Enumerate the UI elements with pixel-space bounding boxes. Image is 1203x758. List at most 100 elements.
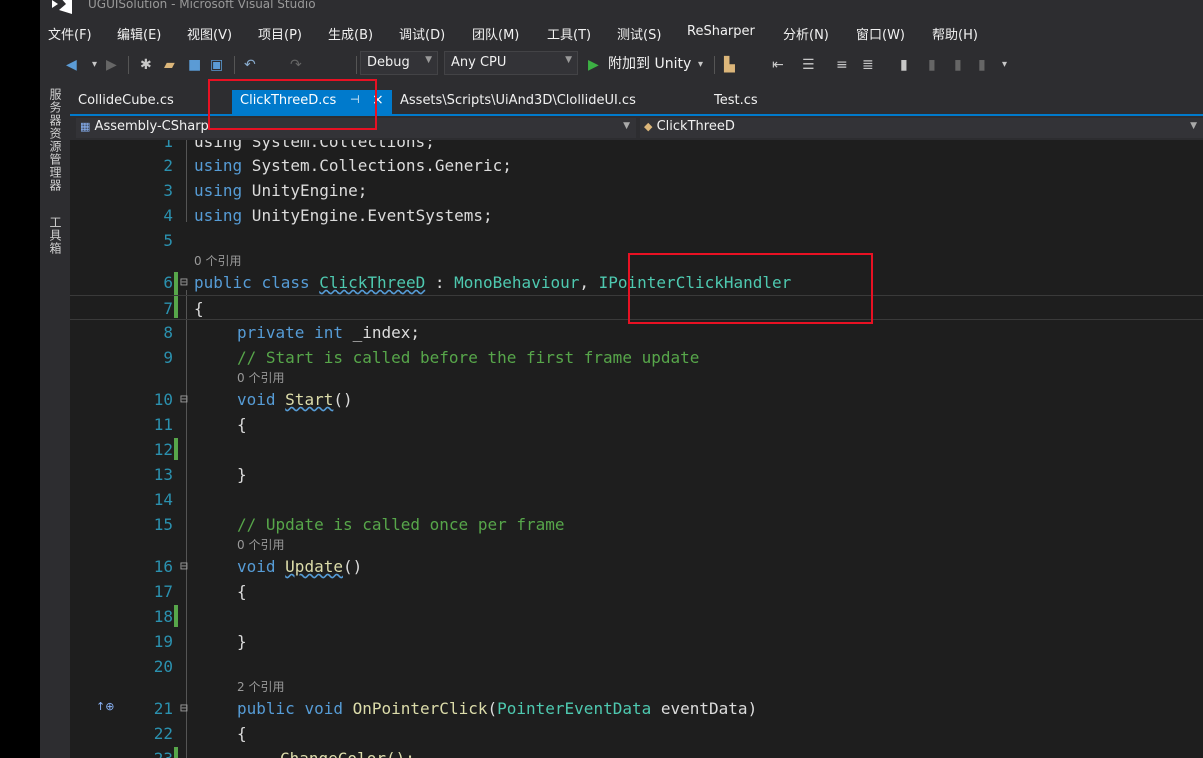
code-line-13: 13 } bbox=[153, 465, 247, 484]
class-dropdown[interactable]: ◆ ClickThreeD ▼ bbox=[640, 118, 1203, 138]
code-line-4: 4 using UnityEngine.EventSystems; bbox=[163, 206, 493, 225]
browser-link-icon[interactable]: ▙ bbox=[724, 55, 735, 75]
visual-studio-logo-icon bbox=[52, 0, 72, 14]
chevron-down-icon[interactable]: ▾ bbox=[698, 55, 703, 75]
code-line-3: 3 using UnityEngine; bbox=[163, 181, 368, 200]
menu-team[interactable]: 团队(M) bbox=[472, 24, 519, 43]
next-bookmark-icon[interactable]: ▮ bbox=[954, 55, 962, 75]
active-tab-underline bbox=[70, 114, 1203, 116]
window-title: UGUISolution - Microsoft Visual Studio bbox=[88, 0, 316, 11]
tab-clollideui[interactable]: Assets\Scripts\UiAnd3D\ClollideUI.cs bbox=[392, 90, 644, 114]
csharp-project-icon: ▦ bbox=[80, 120, 91, 133]
collapse-icon[interactable]: ⊟ bbox=[180, 387, 188, 412]
step-icon[interactable]: ⇤ bbox=[772, 55, 784, 75]
chevron-down-icon: ▼ bbox=[1190, 121, 1197, 131]
code-line-9: 9 // Start is called before the first fr… bbox=[163, 348, 700, 367]
vs-window: UGUISolution - Microsoft Visual Studio 文… bbox=[0, 0, 1203, 758]
left-strip bbox=[0, 0, 40, 758]
prev-bookmark-icon[interactable]: ▮ bbox=[928, 55, 936, 75]
toolbar-separator bbox=[128, 56, 129, 74]
code-line-14: 14 bbox=[153, 490, 173, 509]
code-line-23: 23 ChangeColor(); bbox=[70, 746, 1203, 758]
toolbar-separator bbox=[714, 56, 715, 74]
code-line-22: 22 { bbox=[153, 724, 247, 743]
menu-analyze[interactable]: 分析(N) bbox=[783, 24, 829, 43]
class-name: ClickThreeD bbox=[656, 119, 735, 134]
document-tab-bar: CollideCube.cs ClickThreeD.cs ⊣ × Assets… bbox=[70, 90, 1203, 116]
code-line-16: 16 ⊟ void Update() bbox=[70, 554, 1203, 579]
new-project-icon[interactable]: ✱ bbox=[140, 55, 152, 75]
menu-test[interactable]: 测试(S) bbox=[617, 24, 661, 43]
code-line-5: 5 bbox=[163, 231, 173, 250]
configuration-dropdown[interactable]: Debug ▼ bbox=[360, 51, 438, 75]
dropdown-arrow-icon[interactable]: ▾ bbox=[92, 55, 97, 75]
menu-help[interactable]: 帮助(H) bbox=[932, 24, 978, 43]
codelens-reference-count[interactable]: 0 个引用 bbox=[194, 254, 241, 268]
code-line-1: 1 using System.Collections; bbox=[163, 140, 435, 151]
codelens-reference-count[interactable]: 0 个引用 bbox=[237, 371, 284, 385]
code-line-11: 11 { bbox=[153, 415, 247, 434]
code-line-19: 19 } bbox=[153, 632, 247, 651]
navigate-back-icon[interactable]: ◀ bbox=[66, 55, 77, 75]
menu-resharper[interactable]: ReSharper bbox=[687, 24, 755, 39]
save-icon[interactable]: ■ bbox=[188, 55, 201, 75]
attach-to-unity-button[interactable]: 附加到 Unity bbox=[608, 54, 691, 74]
side-tab-toolbox[interactable]: 工具箱 bbox=[48, 216, 64, 255]
collapse-icon[interactable]: ⊟ bbox=[180, 554, 188, 579]
navigate-forward-icon[interactable]: ▶ bbox=[106, 55, 117, 75]
code-line-15: 15 // Update is called once per frame bbox=[153, 515, 565, 534]
tab-label: ClickThreeD.cs bbox=[240, 93, 337, 108]
open-file-icon[interactable]: ▰ bbox=[164, 55, 175, 75]
collapse-icon[interactable]: ⊟ bbox=[180, 270, 188, 295]
collapse-icon[interactable]: ⊟ bbox=[180, 696, 188, 721]
menu-bar: 文件(F) 编辑(E) 视图(V) 项目(P) 生成(B) 调试(D) 团队(M… bbox=[40, 20, 1203, 46]
platform-dropdown[interactable]: Any CPU ▼ bbox=[444, 51, 578, 75]
toolbar-overflow-icon[interactable]: ▾ bbox=[1002, 55, 1007, 75]
clear-bookmarks-icon[interactable]: ▮ bbox=[978, 55, 986, 75]
chevron-down-icon: ▼ bbox=[565, 55, 572, 65]
menu-debug[interactable]: 调试(D) bbox=[399, 24, 445, 43]
code-editor[interactable]: 1 using System.Collections; 2 using Syst… bbox=[70, 140, 1203, 758]
chevron-down-icon: ▼ bbox=[623, 121, 630, 131]
uncomment-lines-icon[interactable]: ≣ bbox=[862, 55, 874, 75]
code-line-10: 10 ⊟ void Start() bbox=[70, 387, 1203, 412]
tab-test[interactable]: Test.cs bbox=[706, 90, 766, 114]
code-line-2: 2 using System.Collections.Generic; bbox=[163, 156, 512, 175]
code-line-17: 17 { bbox=[153, 582, 247, 601]
code-line-12: 12 bbox=[153, 440, 173, 459]
start-debug-icon[interactable]: ▶ bbox=[588, 55, 599, 75]
code-line-8: 8 private int _index; bbox=[163, 323, 421, 342]
code-line-18: 18 bbox=[153, 607, 173, 626]
project-dropdown[interactable]: ▦ Assembly-CSharp ▼ bbox=[76, 118, 636, 138]
code-line-6: 6 ⊟ public class ClickThreeD : MonoBehav… bbox=[70, 270, 1203, 295]
save-all-icon[interactable]: ▣ bbox=[210, 55, 223, 75]
menu-project[interactable]: 项目(P) bbox=[258, 24, 302, 43]
code-line-21: 21 ⊟ public void OnPointerClick(PointerE… bbox=[70, 696, 1203, 721]
comment-lines-icon[interactable]: ≡ bbox=[836, 55, 848, 75]
menu-build[interactable]: 生成(B) bbox=[328, 24, 373, 43]
menu-edit[interactable]: 编辑(E) bbox=[117, 24, 161, 43]
tab-collidecube[interactable]: CollideCube.cs bbox=[70, 90, 182, 114]
bookmark-icon[interactable]: ▮ bbox=[900, 55, 908, 75]
toolbar-separator bbox=[356, 56, 357, 74]
code-line-20: 20 bbox=[153, 657, 173, 676]
pin-icon[interactable]: ⊣ bbox=[350, 93, 360, 106]
undo-icon[interactable]: ↶ bbox=[244, 55, 256, 75]
menu-tools[interactable]: 工具(T) bbox=[547, 24, 591, 43]
platform-value: Any CPU bbox=[451, 55, 507, 70]
side-tab-server-explorer[interactable]: 服务器资源管理器 bbox=[48, 88, 64, 192]
project-name: Assembly-CSharp bbox=[94, 119, 209, 134]
title-bar: UGUISolution - Microsoft Visual Studio bbox=[40, 0, 1203, 18]
code-line-7: 7 { bbox=[70, 295, 1203, 320]
class-icon: ◆ bbox=[644, 120, 653, 133]
close-icon[interactable]: × bbox=[372, 92, 384, 108]
redo-icon[interactable]: ↷ bbox=[290, 55, 302, 75]
breakpoint-list-icon[interactable]: ☰ bbox=[802, 55, 815, 75]
tab-clickthreed[interactable]: ClickThreeD.cs ⊣ × bbox=[232, 90, 392, 114]
menu-view[interactable]: 视图(V) bbox=[187, 24, 232, 43]
codelens-reference-count[interactable]: 2 个引用 bbox=[237, 680, 284, 694]
menu-file[interactable]: 文件(F) bbox=[48, 24, 92, 43]
codelens-reference-count[interactable]: 0 个引用 bbox=[237, 538, 284, 552]
menu-window[interactable]: 窗口(W) bbox=[856, 24, 905, 43]
navigation-bar: ▦ Assembly-CSharp ▼ ◆ ClickThreeD ▼ bbox=[76, 117, 1203, 139]
